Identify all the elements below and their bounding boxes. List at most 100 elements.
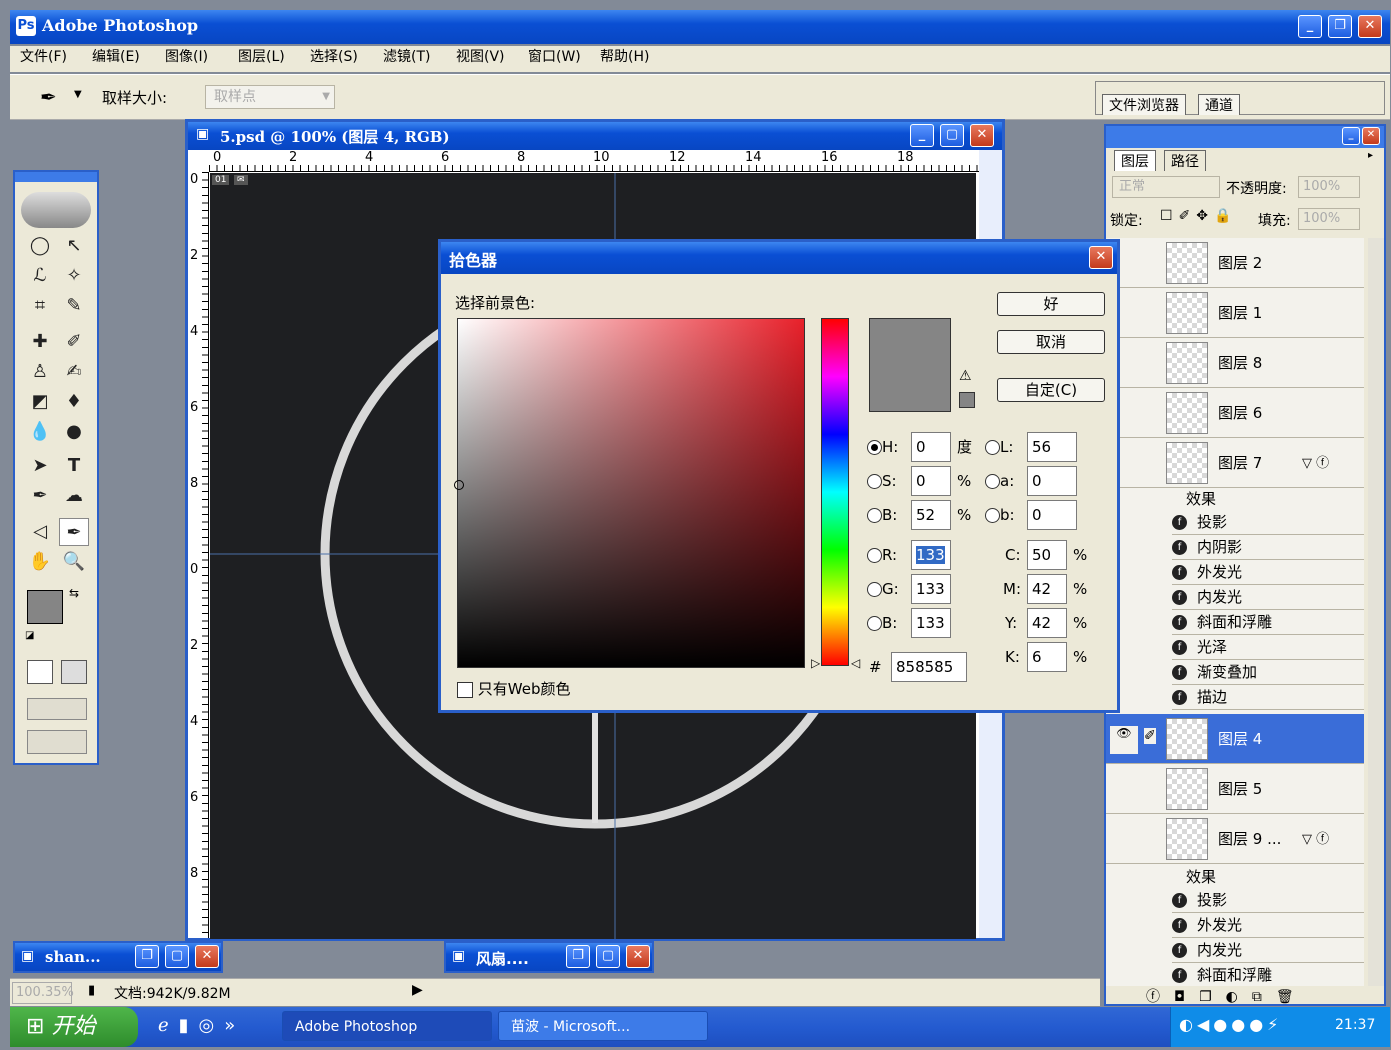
layers-scrollbar[interactable] (1368, 238, 1384, 986)
custom-button[interactable]: 自定(C) (997, 378, 1105, 402)
effect-row[interactable]: f 斜面和浮雕 (1172, 610, 1364, 635)
menu-edit[interactable]: 编辑(E) (92, 46, 140, 68)
tray-icons[interactable]: ◐◀●●●⚡ (1179, 1015, 1282, 1034)
panel-close-button[interactable]: ✕ (1362, 127, 1380, 145)
pen-tool-icon[interactable]: ✒ (25, 482, 55, 510)
layer-row-selected[interactable]: 👁 ✐ 图层 4 (1106, 714, 1364, 764)
tool-preset-chevron-icon[interactable]: ▼ (74, 89, 82, 100)
menu-file[interactable]: 文件(F) (20, 46, 67, 68)
layer-row[interactable]: 图层 9 ... ▽ ⓕ (1106, 814, 1364, 864)
doc-maximize-button[interactable]: ▢ (940, 124, 964, 147)
hue-slider-left-arrow-icon[interactable]: ▷ (811, 656, 820, 670)
radio-lab-b[interactable]: b: (985, 500, 1015, 530)
doc-minimize-button[interactable]: _ (910, 124, 934, 147)
tab-layers[interactable]: 图层 (1114, 150, 1156, 171)
b-field[interactable]: 52 (911, 500, 951, 530)
maximize-button[interactable]: ▢ (596, 945, 620, 968)
g-field[interactable]: 133 (911, 574, 951, 604)
radio-button[interactable] (985, 474, 1000, 489)
opacity-field[interactable]: 100% (1298, 176, 1360, 198)
radio-button[interactable] (867, 582, 882, 597)
y-field[interactable]: 42 (1027, 608, 1067, 638)
effects-icon[interactable]: ▽ ⓕ (1302, 828, 1329, 847)
marquee-tool-icon[interactable]: ◯ (25, 232, 55, 260)
taskbar-item-word[interactable]: 苗波 - Microsoft... (498, 1011, 708, 1041)
radio-a[interactable]: a: (985, 466, 1014, 496)
start-button[interactable]: ⊞ 开始 (10, 1007, 138, 1047)
radio-r[interactable]: R: (867, 540, 897, 570)
cancel-button[interactable]: 取消 (997, 330, 1105, 354)
effect-row[interactable]: f 内阴影 (1172, 535, 1364, 560)
history-brush-tool-icon[interactable]: ✍ (59, 358, 89, 386)
move-tool-icon[interactable]: ↖ (59, 232, 89, 260)
menu-view[interactable]: 视图(V) (456, 46, 505, 68)
default-colors-icon[interactable]: ◪ (25, 630, 34, 641)
path-selection-tool-icon[interactable]: ➤ (25, 452, 55, 480)
radio-l[interactable]: L: (985, 432, 1013, 462)
effect-row[interactable]: f 内发光 (1172, 585, 1364, 610)
minimized-window[interactable]: ▣ 风扇.... ❐ ▢ ✕ (444, 941, 654, 973)
effect-row[interactable]: f 内发光 (1172, 938, 1364, 963)
radio-button[interactable] (867, 616, 882, 631)
panel-minimize-button[interactable]: _ (1342, 127, 1360, 145)
panel-menu-icon[interactable]: ▸ (1368, 150, 1373, 161)
layer-row[interactable]: 图层 2 (1106, 238, 1364, 288)
a-field[interactable]: 0 (1027, 466, 1077, 496)
menu-select[interactable]: 选择(S) (310, 46, 358, 68)
effect-row[interactable]: f 描边 (1172, 685, 1364, 710)
doc-close-button[interactable]: ✕ (970, 124, 994, 147)
menu-window[interactable]: 窗口(W) (528, 46, 581, 68)
zoom-tool-icon[interactable]: 🔍 (59, 548, 89, 576)
radio-b[interactable]: B: (867, 500, 897, 530)
color-field[interactable] (454, 318, 805, 668)
radio-button[interactable] (867, 440, 882, 455)
brush-link-icon[interactable]: ✐ (1144, 728, 1156, 744)
m-field[interactable]: 42 (1027, 574, 1067, 604)
layer-row[interactable]: 图层 6 (1106, 388, 1364, 438)
effect-row[interactable]: f 外发光 (1172, 913, 1364, 938)
layer-row[interactable]: 图层 8 (1106, 338, 1364, 388)
taskbar-item-photoshop[interactable]: Adobe Photoshop (282, 1011, 492, 1041)
tab-channels[interactable]: 通道 (1198, 94, 1240, 115)
restore-button[interactable]: ❐ (1328, 15, 1352, 38)
eyedropper-tool-icon[interactable]: ✒ (59, 518, 89, 546)
ok-button[interactable]: 好 (997, 292, 1105, 316)
eyedropper-tool-icon[interactable]: ✒ (40, 85, 57, 109)
layer-row[interactable]: 图层 7 ▽ ⓕ (1106, 438, 1364, 488)
k-field[interactable]: 6 (1027, 642, 1067, 672)
effect-row[interactable]: f 斜面和浮雕 (1172, 963, 1364, 986)
minimized-window[interactable]: ▣ shan... ❐ ▢ ✕ (13, 941, 223, 973)
minimize-button[interactable]: _ (1298, 15, 1322, 38)
radio-h[interactable]: H: (867, 432, 898, 462)
effect-row[interactable]: f 投影 (1172, 888, 1364, 913)
maximize-button[interactable]: ▢ (165, 945, 189, 968)
tab-paths[interactable]: 路径 (1164, 150, 1206, 171)
web-only-checkbox[interactable]: 只有Web颜色 (457, 680, 570, 698)
menu-image[interactable]: 图像(I) (165, 46, 208, 68)
layer-row[interactable]: 图层 5 (1106, 764, 1364, 814)
web-safe-swatch[interactable] (959, 392, 975, 408)
radio-button[interactable] (985, 508, 1000, 523)
close-button[interactable]: ✕ (195, 945, 219, 968)
healing-brush-tool-icon[interactable]: ✚ (25, 328, 55, 356)
dodge-tool-icon[interactable]: ● (59, 418, 89, 446)
lab-b-field[interactable]: 0 (1027, 500, 1077, 530)
paint-bucket-tool-icon[interactable]: ♦ (59, 388, 89, 416)
eye-icon[interactable]: 👁 (1110, 726, 1138, 754)
hex-field[interactable]: 858585 (891, 652, 967, 682)
zoom-field[interactable]: 100.35% (12, 982, 74, 1004)
effect-row[interactable]: f 外发光 (1172, 560, 1364, 585)
restore-button[interactable]: ❐ (566, 945, 590, 968)
gamut-warning-icon[interactable]: ⚠ (959, 368, 972, 384)
adobe-online-icon[interactable] (21, 192, 91, 228)
radio-button[interactable] (985, 440, 1000, 455)
h-field[interactable]: 0 (911, 432, 951, 462)
eraser-tool-icon[interactable]: ◩ (25, 388, 55, 416)
fill-field[interactable]: 100% (1298, 208, 1360, 230)
status-menu-arrow-icon[interactable]: ▶ (412, 982, 423, 998)
quick-launch-icons[interactable]: ℯ▮◎» (158, 1015, 245, 1036)
magic-wand-tool-icon[interactable]: ✧ (59, 262, 89, 290)
r-field[interactable]: 133 (911, 540, 951, 570)
layer-row[interactable]: 图层 1 (1106, 288, 1364, 338)
c-field[interactable]: 50 (1027, 540, 1067, 570)
